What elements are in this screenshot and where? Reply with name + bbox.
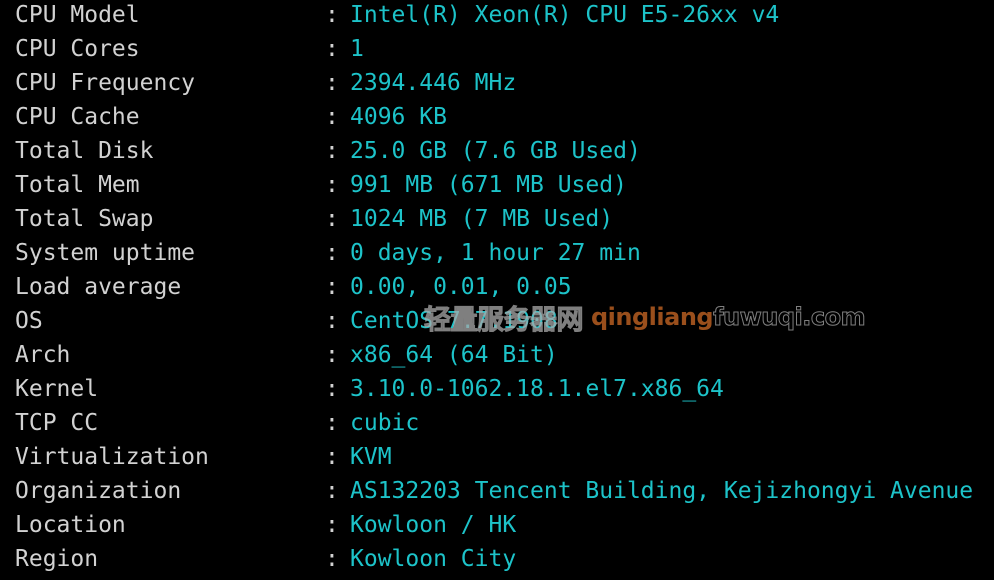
info-row-cpu-cache: CPU Cache : 4096 KB	[15, 100, 994, 134]
row-value: KVM	[350, 444, 392, 470]
row-value: CentOS 7.7.1908	[350, 308, 558, 334]
row-value: AS132203 Tencent Building, Kejizhongyi A…	[350, 478, 974, 504]
row-value: 991 MB (671 MB Used)	[350, 172, 627, 198]
row-value: 1	[350, 36, 364, 62]
row-separator: :	[325, 546, 339, 572]
row-value: 2394.446 MHz	[350, 70, 517, 96]
row-label: Arch	[15, 342, 71, 368]
row-label: CPU Cores	[15, 36, 140, 62]
row-label: Virtualization	[15, 444, 209, 470]
row-label: Total Swap	[15, 206, 154, 232]
row-value: 0 days, 1 hour 27 min	[350, 240, 641, 266]
row-value: 3.10.0-1062.18.1.el7.x86_64	[350, 376, 724, 402]
row-label: Total Mem	[15, 172, 140, 198]
row-separator: :	[325, 206, 339, 232]
row-value: cubic	[350, 410, 420, 436]
row-label: Location	[15, 512, 126, 538]
info-row-kernel: Kernel : 3.10.0-1062.18.1.el7.x86_64	[15, 372, 994, 406]
row-label: OS	[15, 308, 43, 334]
row-separator: :	[325, 444, 339, 470]
row-label: TCP CC	[15, 410, 99, 436]
info-row-cpu-model: CPU Model : Intel(R) Xeon(R) CPU E5-26xx…	[15, 0, 994, 32]
row-separator: :	[325, 478, 339, 504]
row-separator: :	[325, 410, 339, 436]
info-row-total-disk: Total Disk : 25.0 GB (7.6 GB Used)	[15, 134, 994, 168]
row-separator: :	[325, 2, 339, 28]
row-separator: :	[325, 70, 339, 96]
row-label: Organization	[15, 478, 182, 504]
info-row-system-uptime: System uptime : 0 days, 1 hour 27 min	[15, 236, 994, 270]
info-row-organization: Organization : AS132203 Tencent Building…	[15, 474, 994, 508]
row-label: CPU Cache	[15, 104, 140, 130]
info-row-total-swap: Total Swap : 1024 MB (7 MB Used)	[15, 202, 994, 236]
row-value: Kowloon / HK	[350, 512, 517, 538]
info-row-total-mem: Total Mem : 991 MB (671 MB Used)	[15, 168, 994, 202]
row-separator: :	[325, 308, 339, 334]
row-separator: :	[325, 138, 339, 164]
row-value: 0.00, 0.01, 0.05	[350, 274, 572, 300]
row-value: 25.0 GB (7.6 GB Used)	[350, 138, 641, 164]
row-label: Load average	[15, 274, 182, 300]
row-separator: :	[325, 36, 339, 62]
row-label: Kernel	[15, 376, 99, 402]
row-label: Region	[15, 546, 99, 572]
row-label: CPU Model	[15, 2, 140, 28]
info-row-tcp-cc: TCP CC : cubic	[15, 406, 994, 440]
info-row-location: Location : Kowloon / HK	[15, 508, 994, 542]
row-label: CPU Frequency	[15, 70, 196, 96]
info-row-cpu-cores: CPU Cores : 1	[15, 32, 994, 66]
info-row-load-average: Load average : 0.00, 0.01, 0.05	[15, 270, 994, 304]
info-row-arch: Arch : x86_64 (64 Bit)	[15, 338, 994, 372]
row-separator: :	[325, 172, 339, 198]
row-label: Total Disk	[15, 138, 154, 164]
row-value: 4096 KB	[350, 104, 447, 130]
row-label: System uptime	[15, 240, 196, 266]
info-row-cpu-frequency: CPU Frequency : 2394.446 MHz	[15, 66, 994, 100]
row-separator: :	[325, 104, 339, 130]
info-row-virtualization: Virtualization : KVM	[15, 440, 994, 474]
terminal-output: CPU Model : Intel(R) Xeon(R) CPU E5-26xx…	[15, 0, 994, 576]
row-value: x86_64 (64 Bit)	[350, 342, 558, 368]
row-separator: :	[325, 376, 339, 402]
info-row-os: OS : CentOS 7.7.1908	[15, 304, 994, 338]
row-separator: :	[325, 512, 339, 538]
row-value: 1024 MB (7 MB Used)	[350, 206, 614, 232]
row-value: Kowloon City	[350, 546, 517, 572]
row-separator: :	[325, 240, 339, 266]
row-separator: :	[325, 342, 339, 368]
info-row-region: Region : Kowloon City	[15, 542, 994, 576]
row-value: Intel(R) Xeon(R) CPU E5-26xx v4	[350, 2, 780, 28]
row-separator: :	[325, 274, 339, 300]
